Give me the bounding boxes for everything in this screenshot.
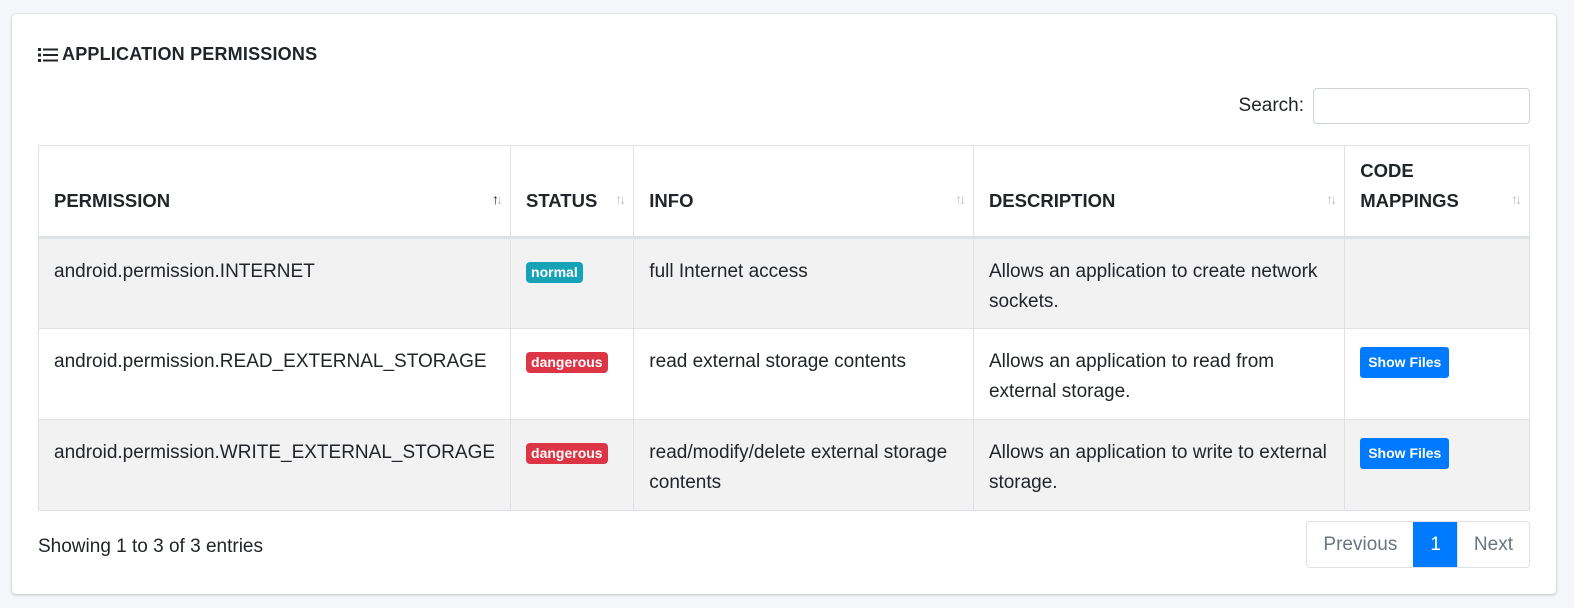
sort-icon: ↑↓ xyxy=(1511,191,1522,207)
show-files-button[interactable]: Show Files xyxy=(1360,438,1450,469)
table-row: android.permission.INTERNET normal full … xyxy=(37,237,1530,329)
column-label: DESCRIPTION xyxy=(988,190,1116,211)
next-button[interactable]: Next xyxy=(1456,522,1529,567)
description-cell: Allows an application to read from exter… xyxy=(972,328,1346,420)
column-header-code-mappings[interactable]: CODE MAPPINGS ↑↓ xyxy=(1344,145,1530,239)
column-label: PERMISSION xyxy=(54,190,171,211)
list-icon xyxy=(38,47,58,63)
permission-cell: android.permission.READ_EXTERNAL_STORAGE xyxy=(37,328,512,420)
table-header-row: PERMISSION ↑↓ STATUS ↑↓ INFO ↑↓ DESCRIPT… xyxy=(37,145,1530,239)
status-cell: dangerous xyxy=(510,419,635,511)
table-row: android.permission.WRITE_EXTERNAL_STORAG… xyxy=(37,419,1530,511)
column-header-info[interactable]: INFO ↑↓ xyxy=(633,145,974,239)
code-mappings-cell: Show Files xyxy=(1344,328,1530,420)
permission-cell: android.permission.INTERNET xyxy=(37,237,512,329)
pagination: Previous 1 Next xyxy=(1306,521,1530,568)
code-mappings-cell xyxy=(1344,237,1530,329)
description-cell: Allows an application to create network … xyxy=(972,237,1346,329)
status-cell: dangerous xyxy=(510,328,635,420)
card-title: APPLICATION PERMISSIONS xyxy=(38,44,317,65)
sort-icon: ↑↓ xyxy=(1326,191,1337,207)
previous-button[interactable]: Previous xyxy=(1307,522,1413,567)
show-files-button[interactable]: Show Files xyxy=(1360,347,1450,378)
status-badge: dangerous xyxy=(526,352,608,373)
column-label: CODE MAPPINGS xyxy=(1360,160,1459,211)
search-area: Search: xyxy=(1239,88,1530,124)
search-label: Search: xyxy=(1238,95,1304,116)
table-row: android.permission.READ_EXTERNAL_STORAGE… xyxy=(37,328,1530,420)
permissions-card: APPLICATION PERMISSIONS Search: PERMISSI… xyxy=(12,14,1556,594)
sort-icon: ↑↓ xyxy=(954,191,966,207)
status-badge: normal xyxy=(526,262,583,283)
card-title-text: APPLICATION PERMISSIONS xyxy=(62,44,318,64)
page-1-button[interactable]: 1 xyxy=(1413,522,1457,567)
info-cell: full Internet access xyxy=(633,237,974,329)
sort-icon: ↑↓ xyxy=(615,191,626,207)
info-cell: read/modify/delete external storage cont… xyxy=(633,419,974,511)
description-cell: Allows an application to write to extern… xyxy=(972,419,1346,511)
permission-cell: android.permission.WRITE_EXTERNAL_STORAG… xyxy=(37,419,512,511)
column-label: INFO xyxy=(649,190,694,211)
permissions-table: PERMISSION ↑↓ STATUS ↑↓ INFO ↑↓ DESCRIPT… xyxy=(37,145,1530,511)
column-header-status[interactable]: STATUS ↑↓ xyxy=(510,145,635,239)
code-mappings-cell: Show Files xyxy=(1344,419,1530,511)
info-cell: read external storage contents xyxy=(633,328,974,420)
table-info: Showing 1 to 3 of 3 entries xyxy=(38,536,263,557)
column-label: STATUS xyxy=(526,190,598,211)
search-input[interactable] xyxy=(1313,88,1530,124)
status-badge: dangerous xyxy=(526,443,608,464)
sort-asc-icon: ↑↓ xyxy=(492,191,503,207)
column-header-permission[interactable]: PERMISSION ↑↓ xyxy=(37,145,512,239)
column-header-description[interactable]: DESCRIPTION ↑↓ xyxy=(972,145,1346,239)
status-cell: normal xyxy=(510,237,635,329)
